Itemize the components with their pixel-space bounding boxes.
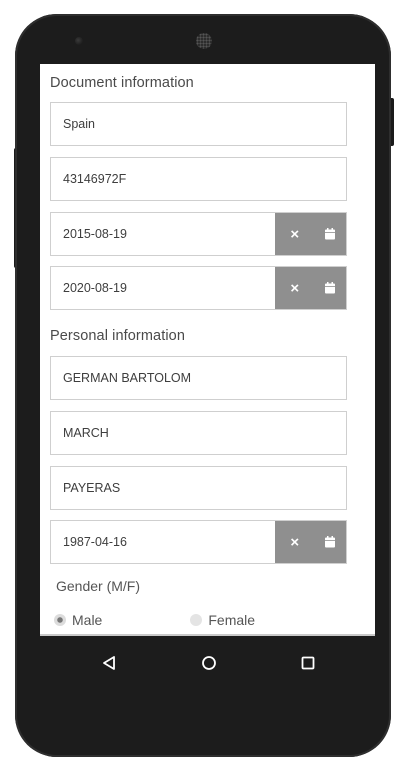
gender-radio-group: Male Female bbox=[54, 610, 334, 630]
earpiece-speaker bbox=[196, 33, 212, 49]
calendar-icon[interactable] bbox=[324, 536, 336, 548]
name-value: GERMAN BARTOLOM bbox=[63, 371, 192, 385]
country-value: Spain bbox=[63, 117, 95, 131]
expiry-date-value: 2020-08-19 bbox=[63, 281, 127, 295]
document-section-title: Document information bbox=[50, 75, 194, 91]
second-surname-field[interactable]: PAYERAS bbox=[50, 466, 347, 510]
clear-icon[interactable]: × bbox=[285, 535, 305, 550]
gender-female-radio[interactable]: Female bbox=[190, 612, 255, 628]
first-surname-value: MARCH bbox=[63, 426, 109, 440]
radio-unselected-icon[interactable] bbox=[190, 614, 203, 626]
front-camera bbox=[75, 37, 83, 45]
document-number-value: 43146972F bbox=[63, 172, 127, 186]
expiry-date-buttons: × bbox=[275, 267, 346, 309]
gender-female-label: Female bbox=[208, 612, 256, 628]
calendar-icon[interactable] bbox=[324, 228, 336, 240]
calendar-icon[interactable] bbox=[324, 282, 336, 294]
home-circle-icon[interactable] bbox=[198, 652, 220, 674]
gender-male-radio[interactable]: Male bbox=[54, 612, 102, 628]
app-screen: Document information Spain 43146972F 201… bbox=[40, 64, 375, 636]
gender-label: Gender (M/F) bbox=[56, 578, 141, 594]
second-surname-value: PAYERAS bbox=[63, 481, 121, 495]
issue-date-field[interactable]: 2015-08-19 × bbox=[50, 212, 347, 256]
clear-icon[interactable]: × bbox=[285, 227, 305, 242]
name-field[interactable]: GERMAN BARTOLOM bbox=[50, 356, 347, 400]
birth-date-buttons: × bbox=[275, 521, 346, 563]
expiry-date-field[interactable]: 2020-08-19 × bbox=[50, 266, 347, 310]
gender-male-label: Male bbox=[72, 612, 103, 628]
issue-date-buttons: × bbox=[275, 213, 346, 255]
issue-date-value: 2015-08-19 bbox=[63, 227, 127, 241]
android-nav-bar bbox=[40, 638, 375, 688]
country-field[interactable]: Spain bbox=[50, 102, 347, 146]
document-number-field[interactable]: 43146972F bbox=[50, 157, 347, 201]
birth-date-field[interactable]: 1987-04-16 × bbox=[50, 520, 347, 564]
recent-square-icon[interactable] bbox=[297, 652, 319, 674]
back-triangle-icon[interactable] bbox=[98, 652, 120, 674]
personal-section-title: Personal information bbox=[50, 328, 185, 344]
screen-divider bbox=[40, 634, 375, 636]
clear-icon[interactable]: × bbox=[285, 281, 305, 296]
birth-date-value: 1987-04-16 bbox=[63, 535, 127, 549]
first-surname-field[interactable]: MARCH bbox=[50, 411, 347, 455]
radio-selected-icon[interactable] bbox=[54, 614, 66, 626]
